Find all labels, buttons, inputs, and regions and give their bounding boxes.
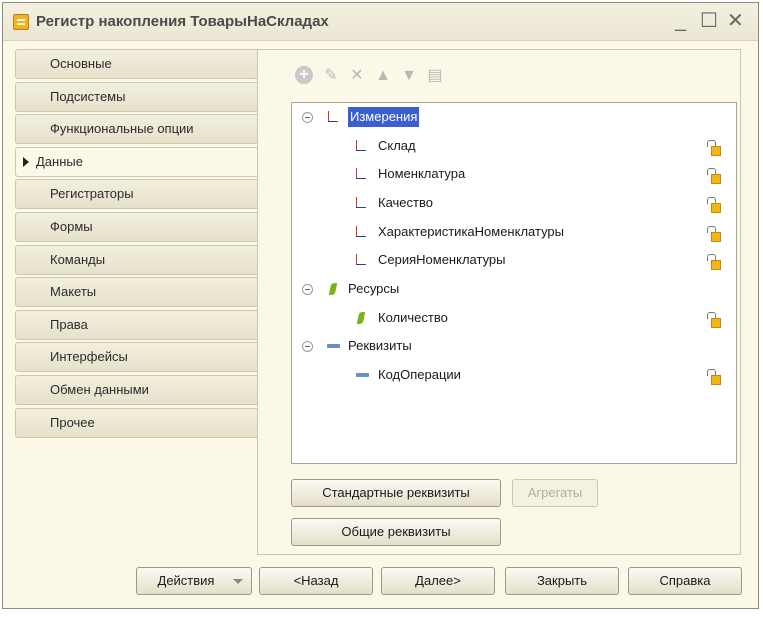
back-button[interactable]: <Назад [259, 567, 373, 595]
attribute-icon [356, 373, 369, 377]
tree-group-dimensions[interactable]: Измерения [302, 107, 722, 127]
tree-item[interactable]: Количество [354, 308, 734, 328]
maximize-icon[interactable]: ☐ [700, 9, 718, 33]
tab-templates[interactable]: Макеты [15, 277, 260, 308]
add-icon[interactable]: + [295, 66, 315, 86]
tab-data[interactable]: Данные [15, 146, 261, 177]
tree-item[interactable]: КодОперации [354, 365, 734, 385]
move-down-icon[interactable]: ▼ [399, 66, 419, 86]
window-title: Регистр накопления ТоварыНаСкладах [36, 13, 329, 30]
minimize-icon[interactable]: _ [675, 9, 686, 33]
tree-label: СерияНоменклатуры [378, 252, 506, 267]
close-button[interactable]: Закрыть [505, 567, 619, 595]
tree-label: Номенклатура [378, 166, 466, 181]
tree-item[interactable]: Склад [354, 136, 734, 156]
tab-functional-options[interactable]: Функциональные опции [15, 114, 260, 145]
tree-group-attributes[interactable]: Реквизиты [302, 336, 722, 356]
tab-registrars[interactable]: Регистраторы [15, 179, 260, 210]
attribute-icon [327, 344, 340, 348]
tree-item[interactable]: Качество [354, 193, 734, 213]
tab-other[interactable]: Прочее [15, 407, 260, 438]
dimension-icon [326, 110, 340, 124]
lock-icon [706, 225, 722, 242]
resource-icon [328, 283, 338, 295]
tree-label: Измерения [348, 107, 420, 127]
tree-item[interactable]: ХарактеристикаНоменклатуры [354, 222, 734, 242]
tab-rights[interactable]: Права [15, 309, 260, 340]
collapse-toggle[interactable] [302, 112, 313, 123]
tree-label: Качество [378, 195, 433, 210]
tree-item[interactable]: СерияНоменклатуры [354, 250, 734, 270]
tree-label: Ресурсы [348, 281, 400, 296]
next-button[interactable]: Далее> [381, 567, 495, 595]
lock-icon [706, 196, 722, 213]
tree-label: КодОперации [378, 367, 461, 382]
lock-icon [706, 167, 722, 184]
lock-icon [706, 311, 722, 328]
collapse-toggle[interactable] [302, 284, 313, 295]
dimension-icon [354, 225, 368, 239]
list-icon[interactable]: ▤ [425, 66, 445, 86]
title-bar: Регистр накопления ТоварыНаСкладах _ ☐ ✕ [3, 3, 758, 41]
tree-group-resources[interactable]: Ресурсы [302, 279, 722, 299]
standard-attributes-button[interactable]: Стандартные реквизиты [291, 479, 501, 507]
lock-icon [706, 253, 722, 270]
collapse-toggle[interactable] [302, 341, 313, 352]
tree-label: Реквизиты [348, 338, 412, 353]
chevron-down-icon [233, 579, 243, 584]
register-icon [13, 14, 29, 30]
close-icon[interactable]: ✕ [727, 9, 744, 33]
dimension-icon [354, 139, 368, 153]
lock-icon [706, 139, 722, 156]
delete-icon[interactable]: ✕ [347, 66, 367, 86]
lock-icon [706, 368, 722, 385]
edit-icon[interactable]: ✎ [321, 66, 341, 86]
actions-button[interactable]: Действия [136, 567, 252, 595]
dimension-icon [354, 167, 368, 181]
resource-icon [356, 312, 366, 324]
tree-item[interactable]: Номенклатура [354, 164, 734, 184]
aggregates-button: Агрегаты [512, 479, 598, 507]
tab-subsystems[interactable]: Подсистемы [15, 81, 260, 112]
tab-basic[interactable]: Основные [15, 49, 260, 79]
tree-label: Склад [378, 138, 416, 153]
dimension-icon [354, 196, 368, 210]
help-button[interactable]: Справка [628, 567, 742, 595]
move-up-icon[interactable]: ▲ [373, 66, 393, 86]
structure-tree[interactable]: Измерения Склад Номенклатура Качество Ха… [291, 102, 737, 464]
tab-interfaces[interactable]: Интерфейсы [15, 342, 260, 373]
tree-label: ХарактеристикаНоменклатуры [378, 224, 564, 239]
tree-label: Количество [378, 310, 448, 325]
dimension-icon [354, 253, 368, 267]
common-attributes-button[interactable]: Общие реквизиты [291, 518, 501, 546]
tab-data-exchange[interactable]: Обмен данными [15, 374, 260, 405]
tab-list: Основные Подсистемы Функциональные опции… [15, 49, 261, 440]
tab-commands[interactable]: Команды [15, 244, 260, 275]
tab-forms[interactable]: Формы [15, 211, 260, 242]
